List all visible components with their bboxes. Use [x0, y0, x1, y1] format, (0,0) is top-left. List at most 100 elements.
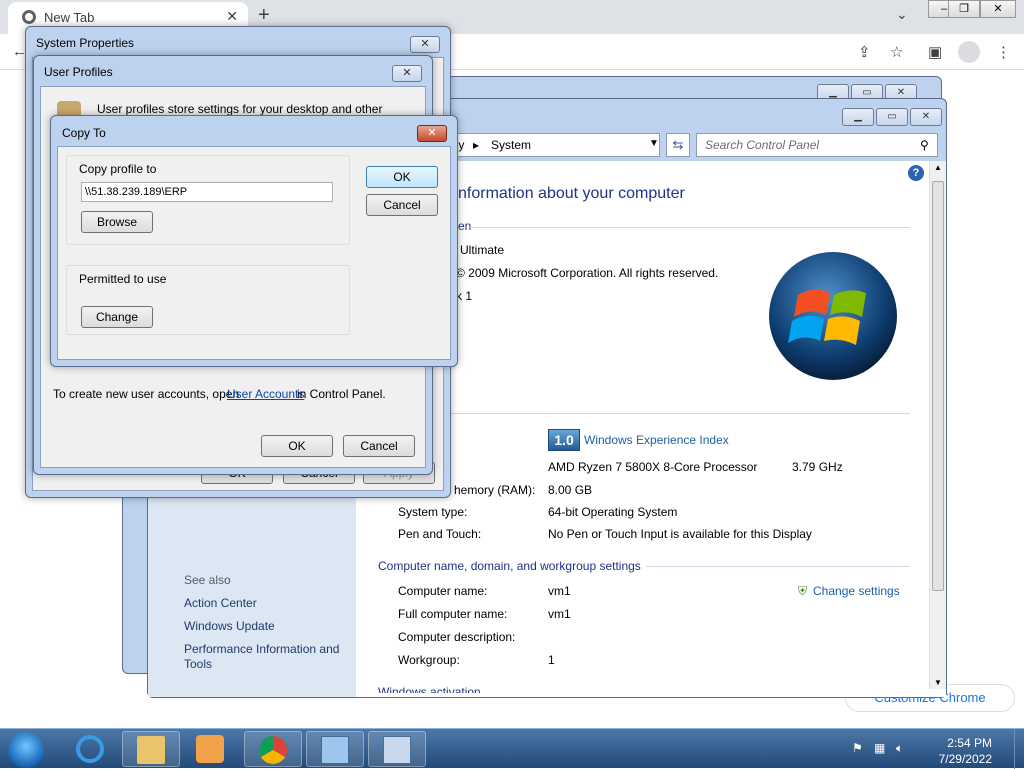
taskbar-internet-explorer[interactable] — [62, 731, 120, 767]
ram-label: hemory (RAM): — [454, 483, 536, 497]
system-properties-close-button[interactable]: ✕ — [410, 36, 440, 53]
scroll-down-icon[interactable]: ▼ — [934, 678, 942, 687]
media-player-icon — [196, 735, 224, 763]
start-button-windows-icon[interactable] — [8, 732, 44, 768]
system-type-label: System type: — [398, 505, 468, 519]
chrome-restore-button[interactable]: ❐ — [948, 0, 980, 18]
copy-to-cancel-button[interactable]: Cancel — [366, 194, 438, 216]
ram-value: 8.00 GB — [548, 483, 593, 497]
tab-title: New Tab — [44, 10, 95, 25]
action-center-flag-icon[interactable]: ⚑ — [852, 741, 863, 755]
cp-vertical-scrollbar[interactable]: ▲ ▼ — [929, 161, 946, 689]
performance-info-link-line2[interactable]: Tools — [184, 657, 212, 671]
change-settings-link[interactable]: Change settings — [813, 584, 900, 598]
processor-speed: 3.79 GHz — [792, 460, 843, 474]
profile-avatar-icon[interactable] — [958, 41, 980, 63]
control-panel-icon — [321, 736, 349, 764]
full-computer-name-value: vm1 — [548, 607, 571, 621]
footer-text-1: To create new user accounts, open — [53, 387, 240, 401]
breadcrumb-system[interactable]: System — [491, 138, 531, 152]
search-icon: ⚲ — [920, 138, 929, 152]
chrome-close-button[interactable]: ✕ — [980, 0, 1016, 18]
processor-value: AMD Ryzen 7 5800X 8-Core Processor — [548, 460, 758, 474]
taskbar-control-panel[interactable] — [306, 731, 364, 767]
workgroup-value: 1 — [548, 653, 555, 667]
network-icon[interactable]: ▦ — [874, 741, 885, 755]
system-type-value: 64-bit Operating System — [548, 505, 678, 519]
computer-name-section-heading: Computer name, domain, and workgroup set… — [378, 559, 641, 573]
chrome-logo-icon — [22, 10, 36, 24]
cp-minimize-button[interactable]: ▁ — [842, 108, 874, 126]
chrome-icon — [259, 736, 287, 764]
activation-section-heading: Windows activation — [378, 685, 481, 693]
permitted-to-use-group: Permitted to use Change — [66, 265, 350, 335]
clock-time[interactable]: 2:54 PM — [947, 736, 992, 750]
footer-text-2: in Control Panel. — [297, 387, 386, 401]
windows-edition: Ultimate — [460, 243, 505, 257]
user-profiles-cancel-button[interactable]: Cancel — [343, 435, 415, 457]
performance-info-link[interactable]: Performance Information and — [184, 642, 339, 656]
user-profiles-ok-button[interactable]: OK — [261, 435, 333, 457]
wei-link[interactable]: Windows Experience Index — [584, 433, 729, 447]
cp-close-button[interactable]: ✕ — [910, 108, 942, 126]
scroll-up-icon[interactable]: ▲ — [934, 163, 942, 172]
show-desktop-button[interactable] — [1014, 729, 1024, 769]
taskbar-system-properties[interactable] — [368, 731, 426, 767]
copy-profile-path-input[interactable]: \\51.38.239.189\ERP — [81, 182, 333, 202]
copy-to-body: Copy profile to \\51.38.239.189\ERP Brow… — [57, 146, 451, 360]
windows-logo-icon — [769, 252, 897, 380]
service-pack: k 1 — [456, 289, 473, 303]
page-heading: nformation about your computer — [458, 185, 685, 202]
workgroup-label: Workgroup: — [398, 653, 460, 667]
computer-name-value: vm1 — [548, 584, 571, 598]
action-center-link[interactable]: Action Center — [184, 596, 257, 610]
copy-to-ok-button[interactable]: OK — [366, 166, 438, 188]
scroll-thumb[interactable] — [932, 181, 944, 591]
windows-update-link[interactable]: Windows Update — [184, 619, 275, 633]
cp-search-input[interactable]: Search Control Panel — [696, 133, 938, 157]
volume-icon[interactable]: 🔈︎ — [896, 741, 903, 756]
permitted-to-use-label: Permitted to use — [79, 272, 167, 286]
copy-to-close-button[interactable]: ✕ — [417, 125, 447, 142]
see-also-heading: See also — [184, 573, 231, 587]
section-divider — [470, 227, 910, 228]
shield-icon: ⛨ — [798, 584, 808, 598]
user-profiles-intro: User profiles store settings for your de… — [97, 102, 383, 116]
taskbar-file-explorer[interactable] — [122, 731, 180, 767]
system-properties-icon — [383, 736, 411, 764]
computer-name-label: Computer name: — [398, 584, 488, 598]
close-tab-icon[interactable]: ✕ — [226, 8, 238, 25]
new-tab-button[interactable]: + — [258, 4, 270, 27]
chrome-menu-icon[interactable]: ⋮ — [996, 43, 1011, 61]
address-dropdown-icon[interactable]: ▼ — [649, 138, 659, 149]
side-panel-icon[interactable]: ▣ — [928, 43, 942, 61]
breadcrumb-sep: ▸ — [473, 138, 480, 152]
edition-section-heading: en — [458, 219, 472, 233]
user-accounts-link[interactable]: User Accounts — [227, 387, 304, 401]
cp-maximize-button[interactable]: ▭ — [876, 108, 908, 126]
copy-to-title: Copy To — [62, 126, 106, 140]
copy-to-dialog: Copy To ✕ Copy profile to \\51.38.239.18… — [50, 115, 458, 367]
copyright-text: © 2009 Microsoft Corporation. All rights… — [456, 266, 719, 280]
tab-search-icon[interactable]: ⌄ — [896, 6, 908, 23]
user-profiles-close-button[interactable]: ✕ — [392, 65, 422, 82]
browse-button[interactable]: Browse — [81, 211, 153, 233]
taskbar-chrome[interactable] — [244, 731, 302, 767]
refresh-icon[interactable]: ⇆ — [666, 133, 690, 157]
activation-section-clip: Windows activation — [378, 685, 910, 693]
section-divider-2 — [378, 413, 910, 414]
system-tray: ⚑ ▦ 🔈︎ 2:54 PM 7/29/2022 — [844, 733, 1014, 766]
user-profiles-title: User Profiles — [44, 65, 113, 79]
pen-touch-value: No Pen or Touch Input is available for t… — [548, 527, 812, 541]
clock-date[interactable]: 7/29/2022 — [939, 752, 992, 766]
pen-touch-label: Pen and Touch: — [398, 527, 482, 541]
system-properties-title: System Properties — [36, 36, 135, 50]
change-button[interactable]: Change — [81, 306, 153, 328]
share-icon[interactable]: ⇪ — [858, 43, 871, 61]
help-icon[interactable]: ? — [908, 165, 924, 181]
bookmark-star-icon[interactable]: ☆ — [890, 43, 903, 61]
taskbar-media-player[interactable] — [182, 731, 240, 767]
folder-icon — [137, 736, 165, 764]
copy-profile-group: Copy profile to \\51.38.239.189\ERP Brow… — [66, 155, 350, 245]
copy-profile-label: Copy profile to — [79, 162, 157, 176]
